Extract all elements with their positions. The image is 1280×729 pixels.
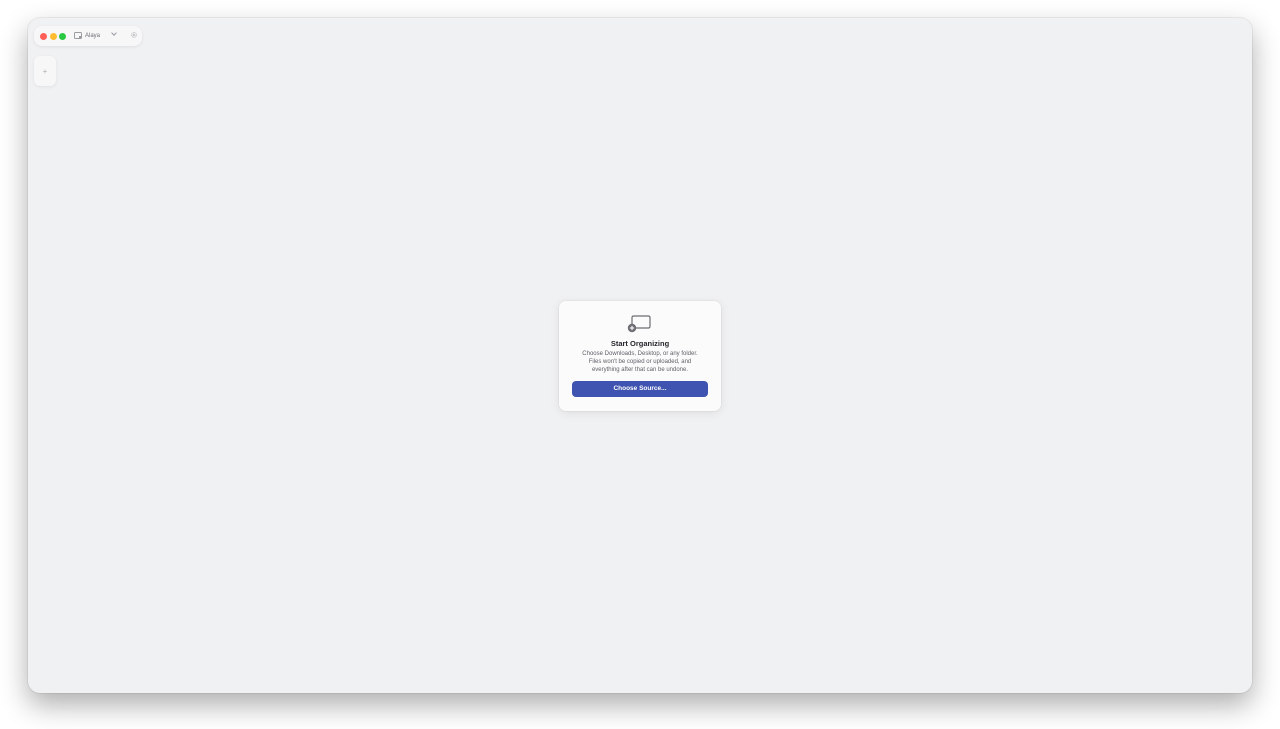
close-window-button[interactable] xyxy=(40,32,47,40)
description-line: everything after that can be undone. xyxy=(591,367,689,373)
add-source-button[interactable]: + xyxy=(34,56,56,86)
app-window: Alaya + Start Organizing Choose Download… xyxy=(28,18,1252,693)
empty-state-card: Start Organizing Choose Downloads, Deskt… xyxy=(559,301,721,411)
description-line: Files won't be copied or uploaded, and xyxy=(588,359,692,365)
gear-icon[interactable] xyxy=(130,31,138,39)
empty-state-title: Start Organizing xyxy=(610,339,670,348)
maximize-window-button[interactable] xyxy=(59,32,66,40)
workspace-name[interactable]: Alaya xyxy=(85,31,100,41)
plus-icon: + xyxy=(42,66,48,76)
titlebar: Alaya xyxy=(34,26,142,46)
description-line: Choose Downloads, Desktop, or any folder… xyxy=(582,351,698,357)
chevron-down-icon[interactable] xyxy=(111,30,117,36)
add-folder-icon xyxy=(627,315,651,333)
folder-icon xyxy=(74,32,82,39)
choose-source-button[interactable]: Choose Source... xyxy=(572,381,708,397)
minimize-window-button[interactable] xyxy=(49,32,57,40)
empty-state-description: Choose Downloads, Desktop, or any folder… xyxy=(571,350,709,374)
